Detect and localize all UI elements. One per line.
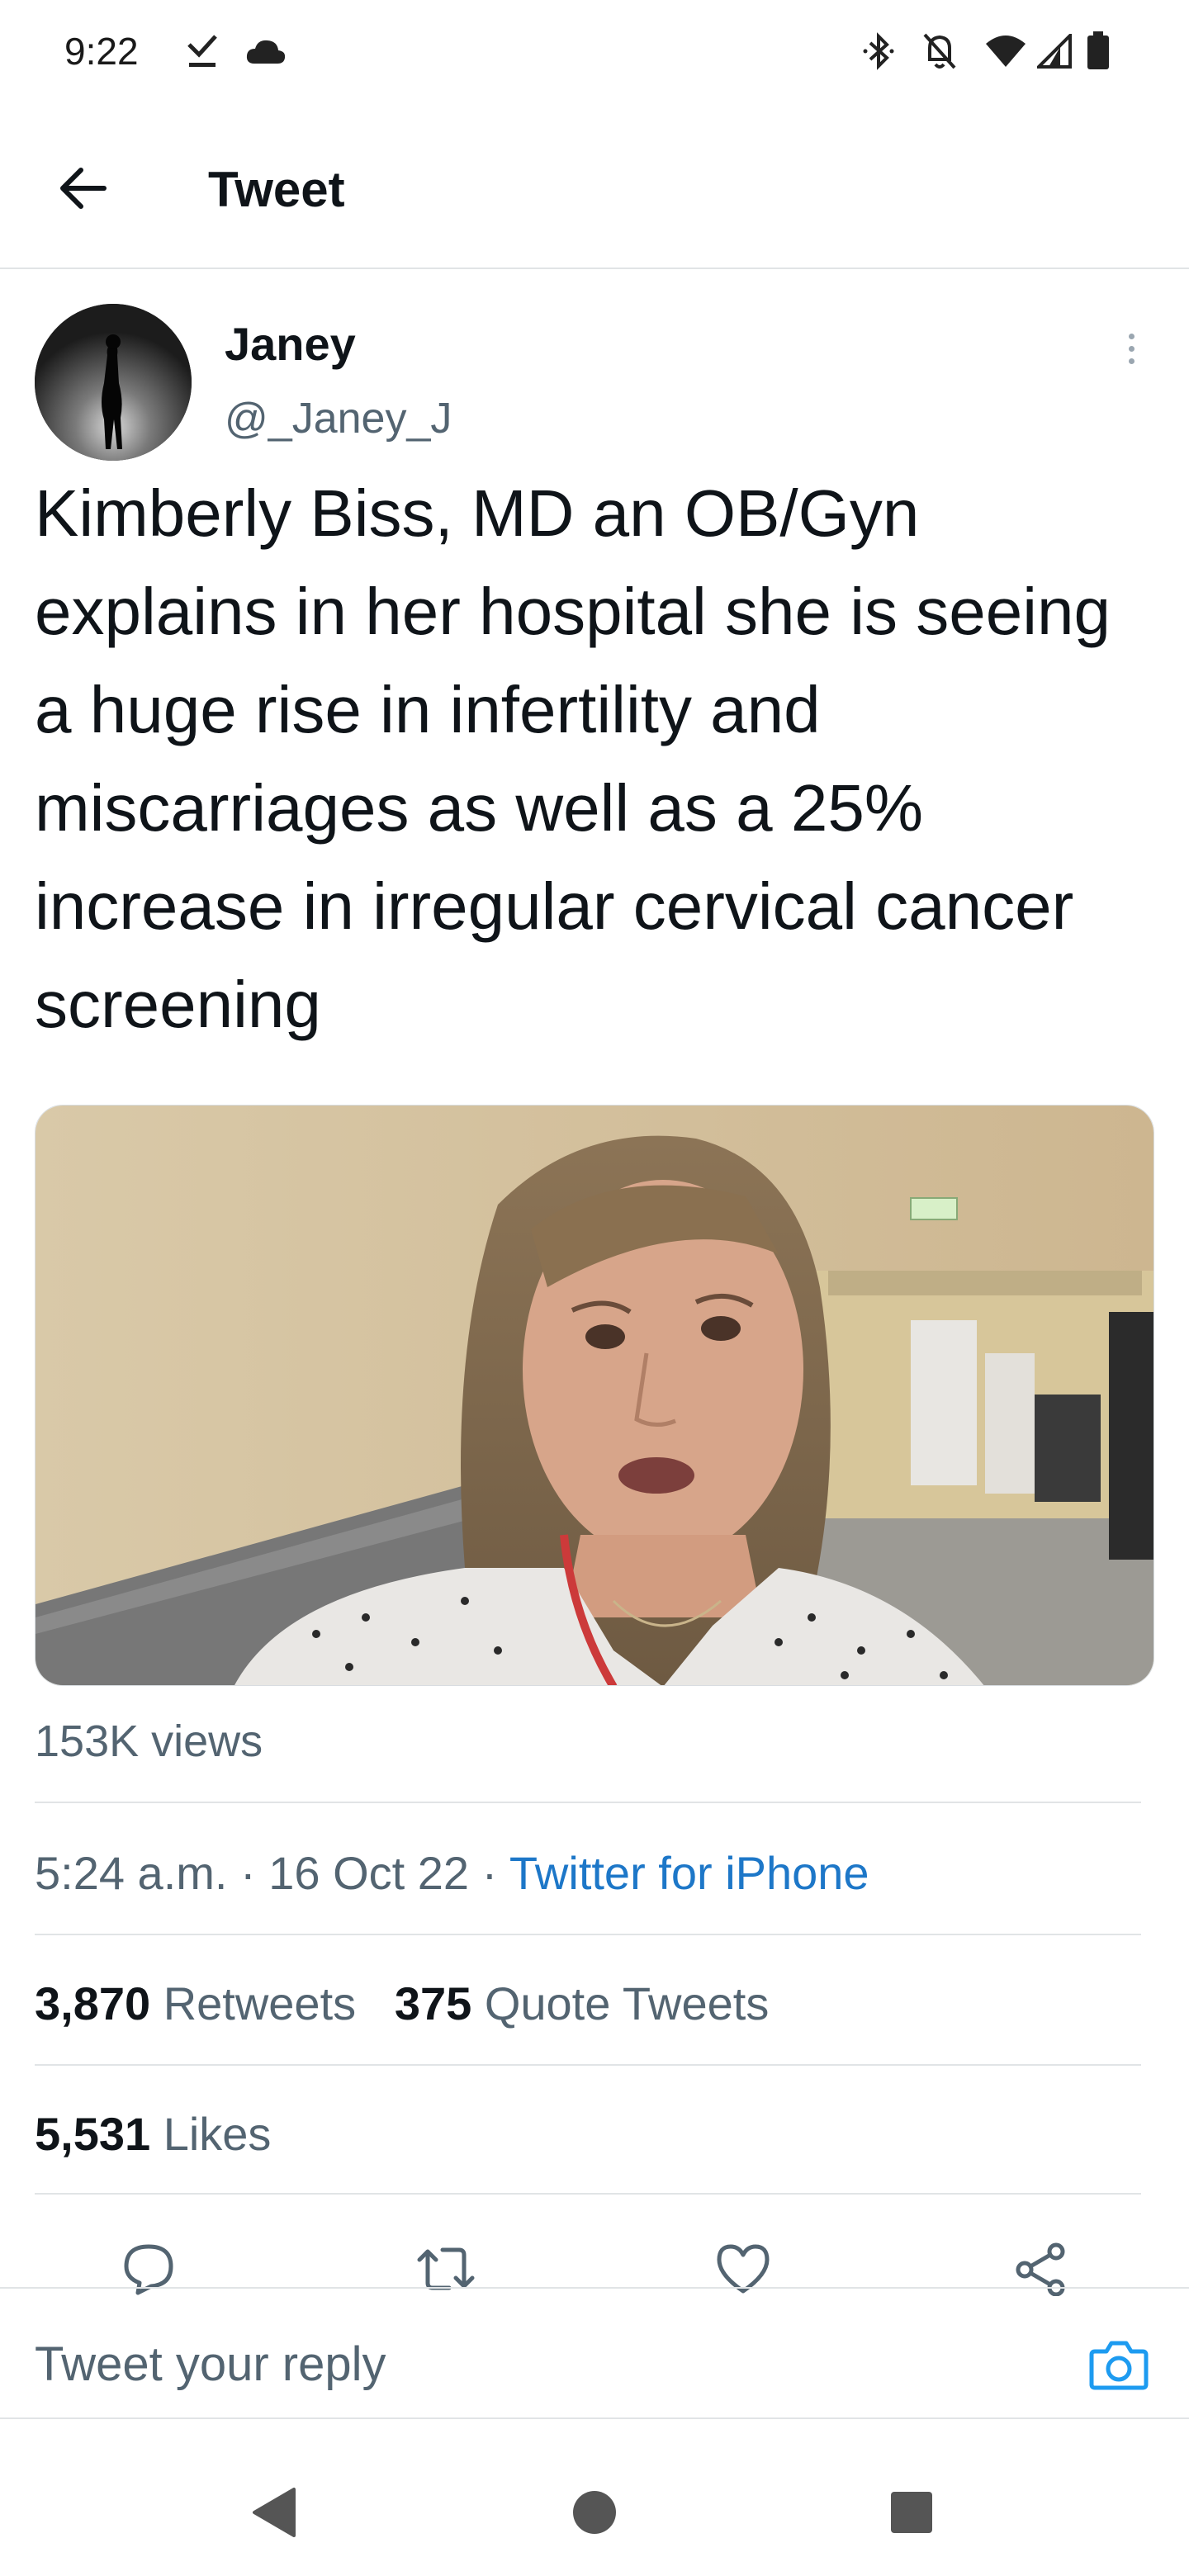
likes-label: Likes [163,2108,272,2160]
header-divider [0,268,1189,269]
view-count: 153K views [35,1717,263,1766]
engagement-stats: 3,870 Retweets 375 Quote Tweets [35,1975,769,2033]
views-divider [35,1802,1141,1803]
tweet-meta: 5:24 a.m. · 16 Oct 22 · Twitter for iPho… [35,1844,869,1902]
retweet-icon [414,2242,477,2300]
share-button[interactable] [999,2229,1082,2312]
nav-home-button[interactable] [553,2477,636,2551]
arrow-left-icon [58,167,107,214]
tweet-time: 5:24 a.m. [35,1847,228,1899]
bell-off-icon [920,30,959,73]
meta-separator: · [469,1847,509,1899]
author-name[interactable]: Janey [225,315,356,373]
meta-divider [35,1934,1141,1935]
camera-button[interactable] [1082,2328,1156,2403]
bluetooth-icon [860,30,897,73]
cloud-icon [243,30,289,73]
meta-separator: · [227,1847,269,1899]
more-dot [1128,333,1135,339]
share-icon [1011,2242,1069,2300]
quote-tweets-count: 375 [394,1977,472,2029]
retweets-count: 3,870 [35,1977,151,2029]
likes-divider [35,2193,1141,2195]
page-title: Tweet [208,162,345,217]
more-dot [1128,358,1135,364]
tweet-date: 16 Oct 22 [268,1847,470,1899]
check-download-icon [183,30,221,73]
tweet-video[interactable] [35,1105,1154,1686]
signal-icon [1035,30,1073,73]
stats-divider [35,2064,1141,2066]
like-button[interactable] [702,2229,784,2312]
retweets-label: Retweets [163,1977,357,2029]
more-options-button[interactable] [1106,324,1156,373]
nav-back-button[interactable] [233,2477,315,2551]
quote-tweets-stat[interactable]: 375 Quote Tweets [395,1977,770,2029]
back-triangle-icon [249,2486,299,2543]
home-circle-icon [571,2489,618,2540]
likes-count: 5,531 [35,2108,151,2160]
reply-input[interactable]: Tweet your reply [35,2333,386,2396]
likes-stat[interactable]: 5,531 Likes [35,2105,271,2163]
nav-recents-button[interactable] [870,2477,953,2551]
more-dot [1128,345,1135,352]
camera-icon [1088,2337,1149,2395]
recents-square-icon [889,2490,934,2539]
reply-icon [121,2242,176,2300]
status-time: 9:22 [64,30,139,73]
reply-button[interactable] [107,2229,190,2312]
retweets-stat[interactable]: 3,870 Retweets [35,1977,356,2029]
reply-divider-top [0,2287,1189,2289]
reply-divider-bottom [0,2417,1189,2419]
avatar[interactable] [35,304,192,461]
wifi-icon [983,30,1029,73]
battery-icon [1083,30,1113,73]
author-handle[interactable]: @_Janey_J [225,391,452,446]
tweet-source-link[interactable]: Twitter for iPhone [509,1847,869,1899]
back-button[interactable] [41,149,124,231]
retweet-button[interactable] [405,2229,487,2312]
quote-tweets-label: Quote Tweets [484,1977,770,2029]
like-icon [714,2242,772,2300]
tweet-text: Kimberly Biss, MD an OB/Gyn explains in … [35,476,1111,1041]
